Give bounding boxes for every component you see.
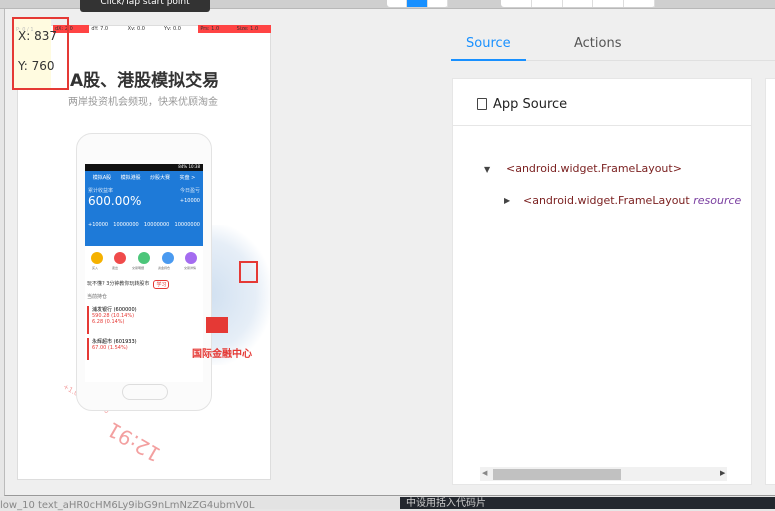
icon-label: 交易详情 <box>183 266 196 270</box>
promo-title: A股、港股模拟交易 <box>70 71 220 91</box>
hk-flag-icon <box>206 317 228 333</box>
pointer-location-bar: dX: 2.0 dY: 7.0 Xv: 0.0 Yv: 0.0 Prs: 1.0… <box>53 25 271 33</box>
hk-label: 国际金融中心 <box>192 349 252 360</box>
app-source-card <box>452 78 752 485</box>
learn-button: 学习 <box>153 280 170 289</box>
notice-text: 玩不懂? 3分钟教你玩转股市 <box>87 281 150 287</box>
crown-icon <box>185 252 198 264</box>
tooltip: Click/Tap start point <box>80 0 210 12</box>
today-value: +10000 <box>179 198 200 204</box>
stat: 10000000 <box>143 222 170 228</box>
app-source-title: App Source <box>493 97 568 112</box>
yv: Yv: 0.0 <box>163 26 181 32</box>
tree-node[interactable]: <android.widget.FrameLayout resource <box>523 194 741 207</box>
scroll-left-icon[interactable]: ◀ <box>482 469 487 477</box>
stat: +10000 <box>88 222 109 228</box>
phone-tab: 实盘 > <box>179 175 196 181</box>
today-label: 今日盈亏 <box>179 188 200 194</box>
selected-element-highlight[interactable] <box>239 261 258 283</box>
stat: 10000000 <box>113 222 139 228</box>
phone-tab: 模拟A股 <box>92 175 112 181</box>
scrollbar-thumb[interactable] <box>493 469 621 480</box>
buy-icon <box>90 252 103 264</box>
icon-label: 资金持仓 <box>157 266 170 270</box>
sell-icon <box>114 252 127 264</box>
phone-icon-row <box>85 246 203 264</box>
phone-screen: 84% 10:38 模拟A股 模拟港股 炒股大赛 实盘 > 累计收益率 今日盈亏… <box>85 164 203 382</box>
icon-label: 买入 <box>91 266 98 270</box>
caret-right-icon[interactable]: ▶ <box>504 196 510 205</box>
phone-home-button <box>122 384 168 400</box>
size: Size: 1.0 <box>234 25 271 33</box>
active-tab-indicator <box>451 59 526 61</box>
icon-label: 交易明细 <box>131 266 144 270</box>
tree-node[interactable]: <android.widget.FrameLayout> <box>506 162 682 175</box>
tab-source[interactable]: Source <box>466 36 511 51</box>
code-editor: 中设用括入代码片 <box>400 497 775 509</box>
phone-tab: 模拟港股 <box>120 175 141 181</box>
scroll-right-icon[interactable]: ▶ <box>720 469 725 477</box>
stock-name: 永辉超市 (601933) <box>92 339 137 345</box>
selected-element-card <box>765 78 775 485</box>
promo-subtitle: 两岸投资机会频现，快来优顾淘金 <box>68 97 218 108</box>
caret-down-icon[interactable]: ▼ <box>484 165 490 174</box>
prs: Prs: 1.0 <box>198 25 235 33</box>
stock-pct: 6.28 (0.14%) <box>92 319 125 325</box>
node-tag: <android.widget.FrameLayout <box>523 194 690 207</box>
phone-tab: 炒股大赛 <box>150 175 171 181</box>
position-icon <box>161 252 174 264</box>
icon-label: 卖出 <box>111 266 118 270</box>
tab-actions[interactable]: Actions <box>574 36 622 51</box>
detail-icon <box>137 252 150 264</box>
mode-button-group[interactable] <box>387 0 448 7</box>
stock-name: 浦发银行 (600000) <box>92 307 137 313</box>
dy: dY: 7.0 <box>91 26 109 32</box>
xv: Xv: 0.0 <box>127 26 145 32</box>
divider <box>452 125 752 126</box>
background-text: low_10 text_aHR0cHM6Ly9ibG9nLmNzZG4ubmV0… <box>0 500 255 511</box>
coordinate-highlight-box <box>12 17 69 90</box>
action-button-group[interactable] <box>501 0 655 7</box>
stock-price: 67.00 (1.54%) <box>92 345 128 351</box>
stat: 10000000 <box>174 222 200 228</box>
rate-value: 600.00% <box>88 194 142 208</box>
rate-label: 累计收益率 <box>88 188 114 194</box>
section-title: 当前持仓 <box>87 294 108 300</box>
file-text-icon <box>477 98 487 110</box>
phone-status: 84% 10:38 <box>85 164 203 171</box>
node-attr: resource <box>693 194 742 207</box>
